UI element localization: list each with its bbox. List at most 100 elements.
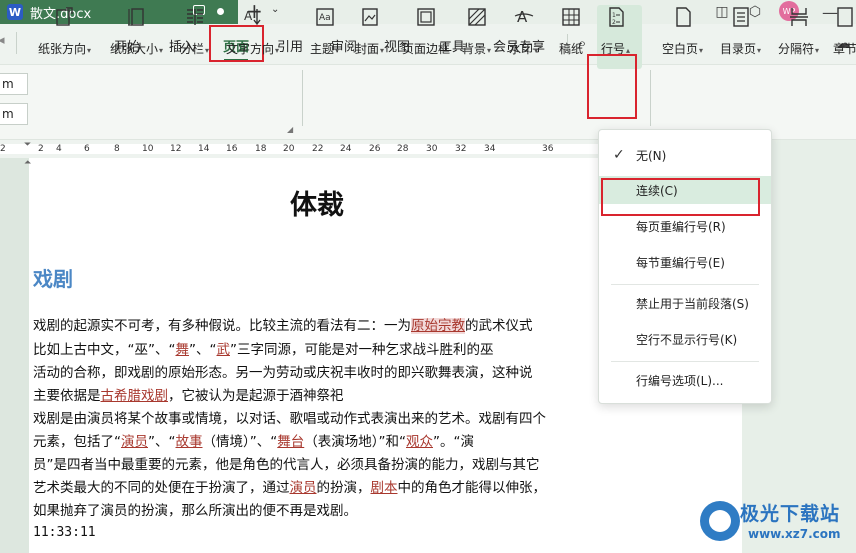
text-run: 比如上古中文，“巫”、“ xyxy=(33,342,176,358)
theme-icon: Aa xyxy=(314,6,336,28)
theme-button[interactable]: Aa 主题▾ xyxy=(310,6,339,57)
wps-writer-icon: W xyxy=(7,4,23,20)
text-run: 活动的合称，即戏剧的原始形态。另一为劳动或庆祝丰收时的即兴歌舞表演，这种说 xyxy=(33,365,533,381)
margin-input-bottom[interactable]: m xyxy=(0,103,28,125)
text-direction-button[interactable]: A 文字方向▾ xyxy=(226,6,279,57)
hyperlink[interactable]: 演员 xyxy=(290,480,317,496)
paragraph-line[interactable]: 元素，包括了“演员”、“故事（情境）”、“舞台（表演场地）”和“观众”。“演 xyxy=(33,431,474,454)
line-number-icon: 12 xyxy=(605,6,627,28)
paragraph-line[interactable]: 员”是四者当中最重要的元素，他是角色的代言人，必须具备扮演的能力，戏剧与其它 xyxy=(33,454,540,477)
text-run: （情境）”、“ xyxy=(202,434,278,450)
hyperlink[interactable]: 武 xyxy=(216,342,230,358)
paragraph-line[interactable]: 活动的合称，即戏剧的原始形态。另一为劳动或庆祝丰收时的即兴歌舞表演，这种说 xyxy=(33,362,533,385)
watermark-url: www.xz7.com xyxy=(748,527,841,541)
watermark-button[interactable]: A 水印▾ xyxy=(509,6,538,57)
blank-page-icon xyxy=(672,6,694,28)
text-run: ，它被认为是起源于酒神祭祀 xyxy=(168,388,344,404)
text-run: ”、“ xyxy=(188,342,217,358)
document-title[interactable]: 体裁 xyxy=(290,183,344,222)
timestamp-text[interactable]: 11:33:11 xyxy=(33,525,96,540)
text-run: ”。“演 xyxy=(433,434,474,450)
manuscript-paper-button[interactable]: 稿纸 xyxy=(559,6,583,57)
blank-page-button[interactable]: 空白页▾ xyxy=(662,6,703,57)
section-button[interactable]: 章节 xyxy=(833,6,856,57)
svg-text:A: A xyxy=(244,9,253,23)
text-run: 中的角色才能得以伸张， xyxy=(397,480,547,496)
text-run: ”三字同源，可能是对一种乞求战斗胜利的巫 xyxy=(229,342,494,358)
menu-item-none[interactable]: ✓ 无(N) xyxy=(599,141,771,169)
vertical-ruler xyxy=(0,158,29,553)
text-direction-icon: A xyxy=(242,6,264,28)
menu-item-restart-each-page[interactable]: 每页重编行号(R) xyxy=(599,212,771,240)
horizontal-ruler[interactable]: ⏷ 2 2 4 6 8 10 12 14 16 18 20 22 24 26 2… xyxy=(0,140,616,158)
line-number-dropdown: ✓ 无(N) 连续(C) 每页重编行号(R) 每节重编行号(E) 禁止用于当前段… xyxy=(598,129,772,404)
section-heading[interactable]: 戏剧 xyxy=(33,263,73,292)
hyperlink[interactable]: 观众 xyxy=(406,434,433,450)
hyperlink[interactable]: 原始宗教 xyxy=(411,318,465,334)
svg-text:1: 1 xyxy=(612,12,616,19)
watermark-icon: A xyxy=(513,6,535,28)
svg-text:2: 2 xyxy=(612,19,616,26)
paper-size-button[interactable]: 纸张大小▾ xyxy=(110,6,163,57)
text-run: 戏剧的起源实不可考，有多种假说。比较主流的看法有二：一为 xyxy=(33,318,411,334)
separator-button[interactable]: 分隔符▾ xyxy=(778,6,819,57)
orientation-button[interactable]: 纸张方向▾ xyxy=(38,6,91,57)
paragraph-line[interactable]: 主要依据是古希腊戏剧，它被认为是起源于酒神祭祀 xyxy=(33,385,344,408)
columns-icon xyxy=(184,6,206,28)
background-button[interactable]: 背景▾ xyxy=(462,6,491,57)
text-run: ”、“ xyxy=(148,434,176,450)
highlight-box-continuous xyxy=(601,178,760,216)
section-icon xyxy=(834,6,856,28)
menu-item-suppress-current-paragraph[interactable]: 禁止用于当前段落(S) xyxy=(599,289,771,317)
highlight-box-line-number xyxy=(587,54,637,119)
line-number-button[interactable]: 12 行号▴ xyxy=(601,6,630,57)
hyperlink[interactable]: 故事 xyxy=(176,434,203,450)
text-run: 如果抛弃了演员的扮演，那么所演出的便不再是戏剧。 xyxy=(33,503,357,519)
svg-text:A: A xyxy=(517,8,528,26)
text-run: 的扮演， xyxy=(316,480,371,496)
menu-item-restart-each-section[interactable]: 每节重编行号(E) xyxy=(599,248,771,276)
check-icon: ✓ xyxy=(613,147,625,163)
menu-overflow-icon[interactable]: ◂ xyxy=(0,33,5,48)
hyperlink[interactable]: 演员 xyxy=(121,434,148,450)
text-run: 艺术类最大的不同的处便在于扮演了，通过 xyxy=(33,480,290,496)
margin-input-top[interactable]: m xyxy=(0,73,28,95)
site-watermark: 极光下载站 www.xz7.com xyxy=(700,495,850,550)
orientation-icon xyxy=(54,6,76,28)
hyperlink[interactable]: 舞 xyxy=(175,342,189,358)
cover-button[interactable]: 封面▾ xyxy=(355,6,384,57)
toc-page-button[interactable]: 目录页▾ xyxy=(720,6,761,57)
paragraph-line[interactable]: 戏剧是由演员将某个故事或情境，以对话、歌唱或动作式表演出来的艺术。戏剧有四个 xyxy=(33,408,546,431)
paragraph-line[interactable]: 艺术类最大的不同的处便在于扮演了，通过演员的扮演，剧本中的角色才能得以伸张， xyxy=(33,477,546,500)
cover-icon xyxy=(359,6,381,28)
manuscript-paper-icon xyxy=(560,6,582,28)
columns-button[interactable]: 分栏▾ xyxy=(180,6,209,57)
text-run: 主要依据是 xyxy=(33,388,101,404)
text-run: （表演场地）”和“ xyxy=(304,434,406,450)
page-setup-launcher-icon[interactable]: ◢ xyxy=(287,125,293,134)
paragraph-line[interactable]: 比如上古中文，“巫”、“舞”、“武”三字同源，可能是对一种乞求战斗胜利的巫 xyxy=(33,339,493,362)
paragraph-line[interactable]: 如果抛弃了演员的扮演，那么所演出的便不再是戏剧。 xyxy=(33,500,357,523)
text-run: 员”是四者当中最重要的元素，他是角色的代言人，必须具备扮演的能力，戏剧与其它 xyxy=(33,457,540,473)
indent-marker-icon[interactable]: ⏷ xyxy=(24,140,31,150)
separator-icon xyxy=(788,6,810,28)
watermark-title: 极光下载站 xyxy=(740,503,841,525)
background-icon xyxy=(466,6,488,28)
hyperlink[interactable]: 舞台 xyxy=(277,434,304,450)
text-run: 戏剧是由演员将某个故事或情境，以对话、歌唱或动作式表演出来的艺术。戏剧有四个 xyxy=(33,411,546,427)
hyperlink[interactable]: 古希腊戏剧 xyxy=(101,388,169,404)
svg-text:Aa: Aa xyxy=(319,13,331,23)
menu-item-hide-blank-lines[interactable]: 空行不显示行号(K) xyxy=(599,325,771,353)
page-border-icon xyxy=(415,6,437,28)
hyperlink[interactable]: 剧本 xyxy=(371,480,398,496)
paragraph-line[interactable]: 戏剧的起源实不可考，有多种假说。比较主流的看法有二：一为原始宗教的武术仪式 xyxy=(33,315,533,338)
unsaved-dot-icon xyxy=(217,8,224,15)
paper-size-icon xyxy=(126,6,148,28)
tab-references[interactable]: 引用 xyxy=(277,36,303,55)
text-run: 元素，包括了“ xyxy=(33,434,121,450)
hanging-indent-marker-icon[interactable]: ⏶ xyxy=(24,158,31,168)
text-run: 的武术仪式 xyxy=(465,318,533,334)
toc-page-icon xyxy=(730,6,752,28)
page-border-button[interactable]: 页面边框 xyxy=(402,6,450,57)
menu-item-line-numbering-options[interactable]: 行编号选项(L)... xyxy=(599,366,771,394)
